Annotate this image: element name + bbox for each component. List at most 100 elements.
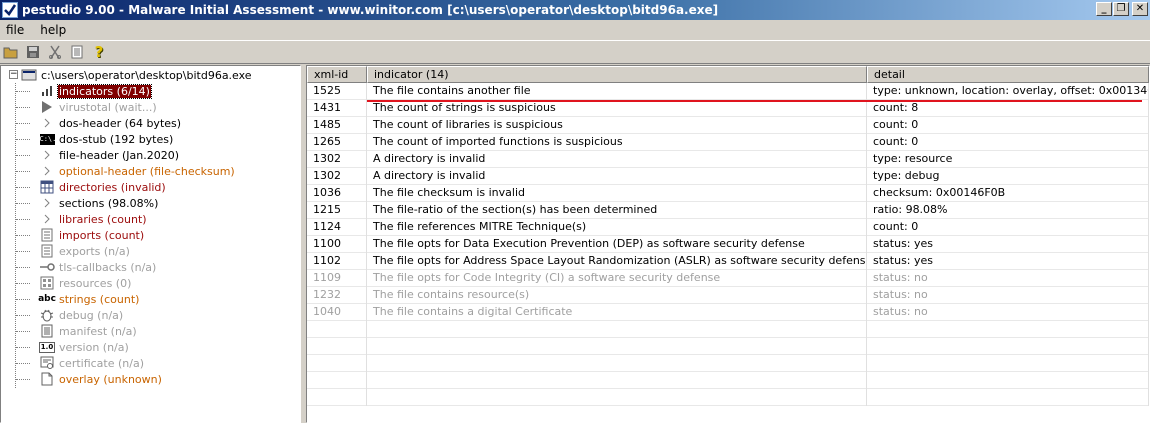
tree-guide-branch bbox=[16, 315, 30, 316]
cell-indicator: A directory is invalid bbox=[367, 151, 867, 168]
tree-item-libraries[interactable]: libraries (count) bbox=[39, 211, 148, 227]
tree-item-imports[interactable]: imports (count) bbox=[39, 227, 145, 243]
cell-detail: type: debug bbox=[867, 168, 1149, 185]
tree-guide-branch bbox=[16, 219, 30, 220]
cell-xml-id: 1102 bbox=[307, 253, 367, 270]
tree-item-label: optional-header (file-checksum) bbox=[59, 164, 235, 178]
cell-detail: status: yes bbox=[867, 236, 1149, 253]
version-icon: 1.0 bbox=[38, 340, 56, 354]
chevron-right-icon bbox=[39, 212, 55, 226]
tree-root[interactable]: c:\users\operator\desktop\bitd96a.exe bbox=[21, 67, 253, 83]
tree-item-label: virustotal (wait...) bbox=[59, 100, 157, 114]
tree-item-tls-callbacks[interactable]: tls-callbacks (n/a) bbox=[39, 259, 157, 275]
executable-icon bbox=[21, 68, 37, 82]
cut-icon[interactable] bbox=[46, 43, 64, 61]
tree-item-strings[interactable]: abc strings (count) bbox=[38, 291, 140, 307]
tree-item-virustotal[interactable]: virustotal (wait...) bbox=[39, 99, 158, 115]
column-header-indicator[interactable]: indicator (14) bbox=[367, 66, 867, 83]
column-header-xml-id[interactable]: xml-id bbox=[307, 66, 367, 83]
table-row[interactable]: 1265 The count of imported functions is s… bbox=[307, 134, 1149, 151]
tree-item-directories[interactable]: directories (invalid) bbox=[39, 179, 167, 195]
table-row[interactable]: 1302 A directory is invalid type: resource bbox=[307, 151, 1149, 168]
cell-xml-id: 1100 bbox=[307, 236, 367, 253]
cell-xml-id: 1302 bbox=[307, 151, 367, 168]
table-row[interactable]: 1100 The file opts for Data Execution Pre… bbox=[307, 236, 1149, 253]
tree-item-sections[interactable]: sections (98.08%) bbox=[39, 195, 159, 211]
title-bar[interactable]: pestudio 9.00 - Malware Initial Assessme… bbox=[0, 0, 1150, 20]
cell-indicator: The file contains a digital Certificate bbox=[367, 304, 867, 321]
table-row[interactable]: 1124 The file references MITRE Technique(… bbox=[307, 219, 1149, 236]
tree-guide-branch bbox=[16, 123, 30, 124]
tree-collapse-toggle[interactable]: − bbox=[9, 70, 18, 79]
tree-guide-branch bbox=[16, 283, 30, 284]
cell-detail: ratio: 98.08% bbox=[867, 202, 1149, 219]
cell-detail: count: 0 bbox=[867, 134, 1149, 151]
table-row[interactable]: 1036 The file checksum is invalid checksum… bbox=[307, 185, 1149, 202]
table-row[interactable]: 1102 The file opts for Address Space Layo… bbox=[307, 253, 1149, 270]
cell-indicator: The file opts for Code Integrity (CI) a … bbox=[367, 270, 867, 287]
indicators-table[interactable]: xml-id indicator (14) detail 1525 The fil… bbox=[306, 65, 1150, 423]
tree-item-label: exports (n/a) bbox=[59, 244, 130, 258]
cell-indicator: The count of strings is suspicious bbox=[367, 100, 867, 117]
table-row[interactable]: 1485 The count of libraries is suspicious… bbox=[307, 117, 1149, 134]
tree-guide-branch bbox=[16, 347, 30, 348]
tree-item-exports[interactable]: exports (n/a) bbox=[39, 243, 131, 259]
tree-item-label: indicators (6/14) bbox=[57, 83, 152, 99]
toolbar: ? bbox=[0, 40, 1150, 64]
cell-xml-id: 1109 bbox=[307, 270, 367, 287]
table-row[interactable]: 1109 The file opts for Code Integrity (CI… bbox=[307, 270, 1149, 287]
tree-item-debug[interactable]: debug (n/a) bbox=[39, 307, 124, 323]
minimize-button[interactable]: _ bbox=[1096, 2, 1112, 16]
document-icon[interactable] bbox=[68, 43, 86, 61]
tree-item-resources[interactable]: resources (0) bbox=[39, 275, 132, 291]
cell-indicator: The file references MITRE Technique(s) bbox=[367, 219, 867, 236]
tree-item-manifest[interactable]: manifest (n/a) bbox=[39, 323, 138, 339]
cell-xml-id: 1215 bbox=[307, 202, 367, 219]
cell-indicator: The count of libraries is suspicious bbox=[367, 117, 867, 134]
console-glyph: C:\. bbox=[39, 133, 57, 145]
empty-cell bbox=[307, 321, 367, 338]
table-row[interactable]: 1040 The file contains a digital Certific… bbox=[307, 304, 1149, 321]
open-folder-icon[interactable] bbox=[2, 43, 20, 61]
list-icon bbox=[39, 228, 55, 242]
tree-item-dos-stub[interactable]: C:\. dos-stub (192 bytes) bbox=[39, 131, 174, 147]
abc-glyph: abc bbox=[38, 294, 56, 304]
cell-xml-id: 1124 bbox=[307, 219, 367, 236]
menu-file[interactable]: file bbox=[4, 23, 26, 37]
table-row[interactable]: 1431 The count of strings is suspicious co… bbox=[307, 100, 1149, 117]
cell-detail: status: no bbox=[867, 287, 1149, 304]
empty-table-row bbox=[307, 389, 1149, 406]
tree-item-certificate[interactable]: certificate (n/a) bbox=[39, 355, 145, 371]
window-title: pestudio 9.00 - Malware Initial Assessme… bbox=[22, 3, 719, 17]
help-icon[interactable]: ? bbox=[90, 43, 108, 61]
tree-item-file-header[interactable]: file-header (Jan.2020) bbox=[39, 147, 180, 163]
table-row[interactable]: 1302 A directory is invalid type: debug bbox=[307, 168, 1149, 185]
save-icon[interactable] bbox=[24, 43, 42, 61]
table-row[interactable]: 1215 The file-ratio of the section(s) has… bbox=[307, 202, 1149, 219]
chevron-right-icon bbox=[39, 148, 55, 162]
maximize-button[interactable]: ❐ bbox=[1113, 2, 1129, 16]
tree-item-label: strings (count) bbox=[59, 292, 140, 306]
menu-bar: file help bbox=[0, 20, 1150, 40]
menu-help[interactable]: help bbox=[38, 23, 68, 37]
manifest-icon bbox=[39, 324, 55, 338]
cell-indicator: The file opts for Data Execution Prevent… bbox=[367, 236, 867, 253]
tree-guide-branch bbox=[16, 379, 30, 380]
tree-item-version[interactable]: 1.0 version (n/a) bbox=[38, 339, 130, 355]
empty-cell bbox=[867, 372, 1149, 389]
tree-item-label: directories (invalid) bbox=[59, 180, 166, 194]
cell-xml-id: 1525 bbox=[307, 83, 367, 100]
tree-item-indicators[interactable]: indicators (6/14) bbox=[39, 83, 152, 99]
close-button[interactable]: ✕ bbox=[1132, 2, 1148, 16]
table-row[interactable]: 1232 The file contains resource(s) status:… bbox=[307, 287, 1149, 304]
table-row[interactable]: 1525 The file contains another file type: … bbox=[307, 83, 1149, 100]
tree-view[interactable]: − c:\users\operator\desktop\bitd96a.exe … bbox=[0, 65, 301, 423]
tree-item-dos-header[interactable]: dos-header (64 bytes) bbox=[39, 115, 182, 131]
tree-guide-branch bbox=[16, 155, 30, 156]
tree-guide-branch bbox=[16, 251, 30, 252]
column-header-detail[interactable]: detail bbox=[867, 66, 1149, 83]
tree-item-label: libraries (count) bbox=[59, 212, 147, 226]
tree-item-optional-header[interactable]: optional-header (file-checksum) bbox=[39, 163, 236, 179]
tree-item-overlay[interactable]: overlay (unknown) bbox=[39, 371, 163, 387]
cell-indicator: The file contains another file bbox=[367, 83, 867, 100]
